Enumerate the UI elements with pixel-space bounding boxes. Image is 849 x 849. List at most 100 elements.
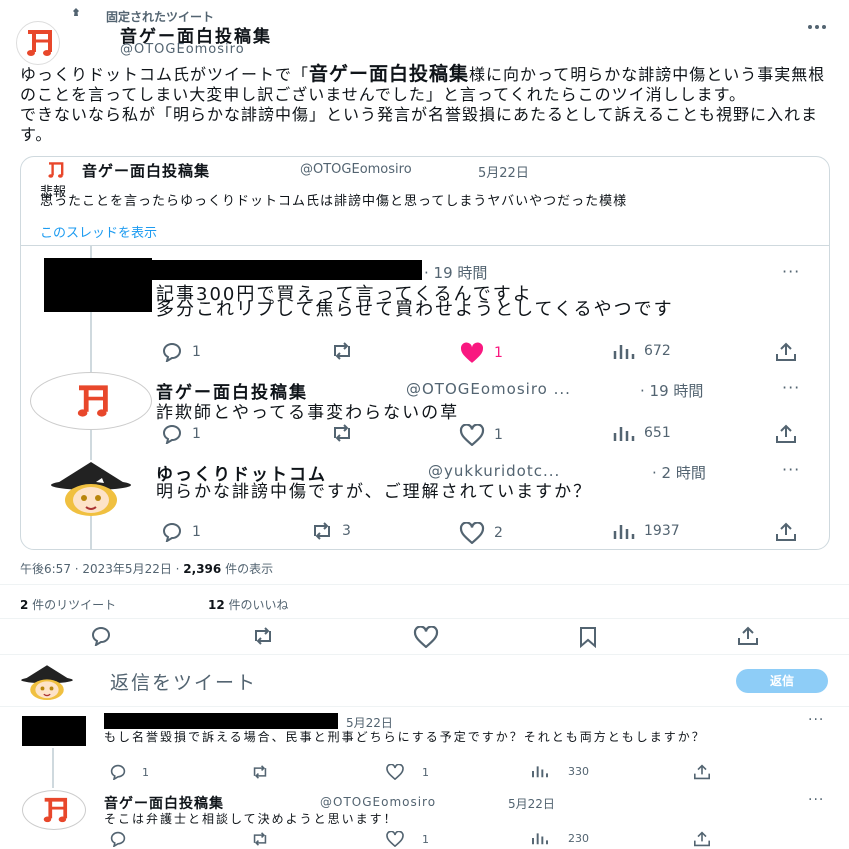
redacted-name: [152, 260, 422, 280]
timestamp-text: 午後6:57 · 2023年5月22日 ·: [20, 562, 184, 576]
analytics-icon: [532, 766, 548, 778]
reply1-reply-count: 1: [192, 344, 201, 360]
main-share-icon[interactable]: [736, 626, 760, 646]
views-count: 2,396: [183, 562, 222, 576]
tweet-body: ゆっくりドットコム氏がツイートで「音ゲー面白投稿集様に向かって明らかな誹謗中傷と…: [20, 64, 830, 145]
stats-divider-2: [0, 618, 849, 619]
reply-composer-input[interactable]: 返信をツイート: [110, 668, 257, 695]
retweets-stat[interactable]: 2 件のリツイート: [20, 596, 116, 613]
reply2-share-icon[interactable]: [774, 424, 798, 444]
reply-a-redacted-avatar: [22, 716, 86, 746]
reply-b-avatar[interactable]: [22, 790, 86, 830]
reply3-reply-button[interactable]: 1: [160, 522, 201, 542]
reply1-reply-button[interactable]: 1: [160, 342, 201, 362]
retweet-icon: [314, 522, 330, 540]
tweet-text-emphasis: 音ゲー面白投稿集: [309, 63, 470, 85]
main-retweet-icon[interactable]: [250, 627, 276, 645]
reply-a-reply-count: 1: [142, 765, 149, 779]
main-bookmark-icon[interactable]: [578, 626, 598, 648]
retweet-icon: [334, 342, 350, 360]
reply2-like-count: 1: [494, 427, 503, 443]
reply-icon: [162, 523, 181, 542]
reply3-avatar: [44, 460, 138, 516]
quote-author-handle: @OTOGEomosiro: [300, 162, 412, 177]
reply-b-more-icon[interactable]: ···: [808, 792, 824, 808]
analytics-icon: [613, 427, 635, 441]
analytics-icon: [613, 345, 635, 359]
reply-a-retweet-icon[interactable]: [250, 765, 270, 779]
reply1-like-count: 1: [494, 345, 503, 361]
more-options-icon[interactable]: [808, 24, 826, 30]
analytics-icon: [532, 833, 548, 845]
reply2-more-icon[interactable]: ···: [782, 378, 800, 397]
yukkuri-marisa-icon: [21, 665, 73, 701]
likes-count: 12: [208, 598, 225, 612]
heart-filled-icon: [460, 342, 484, 363]
reply-a-reply-button[interactable]: 1: [108, 764, 149, 780]
likes-stat[interactable]: 12 件のいいね: [208, 596, 289, 613]
reply-b-like-button[interactable]: 1: [384, 831, 429, 847]
redacted-avatar: [44, 258, 152, 312]
main-reply-icon[interactable]: [88, 626, 114, 646]
reply-b-date: 5月22日: [508, 797, 555, 811]
reply2-views-count: 651: [644, 425, 671, 441]
reply3-handle: @yukkuridotc...: [428, 462, 561, 480]
reply-a-redacted-name: [104, 713, 338, 729]
reply-a-date: 5月22日: [346, 716, 393, 730]
main-like-icon[interactable]: [412, 626, 440, 648]
reply3-more-icon[interactable]: ···: [782, 460, 800, 479]
reply2-text: 詐欺師とやってる事変わらないの草: [156, 403, 460, 423]
reply2-like-button[interactable]: 1: [458, 424, 503, 446]
heart-icon: [386, 831, 404, 847]
tweet-text-pre: ゆっくりドットコム氏がツイートで「: [20, 65, 310, 84]
heart-icon: [459, 424, 485, 446]
reply-b-retweet-icon[interactable]: [250, 832, 270, 846]
reply1-views-button[interactable]: 672: [612, 342, 671, 360]
pin-icon: [70, 8, 82, 20]
reply-a-like-button[interactable]: 1: [384, 764, 429, 780]
tweet-timestamp: 午後6:57 · 2023年5月22日 · 2,396 件の表示: [20, 560, 273, 577]
action-divider: [0, 654, 849, 655]
retweet-icon: [334, 424, 350, 442]
reply3-share-icon[interactable]: [774, 522, 798, 542]
reply1-more-icon[interactable]: ···: [782, 262, 800, 281]
quote-avatar: [42, 160, 68, 180]
reply1-retweet-button[interactable]: [330, 342, 362, 360]
reply2-retweet-button[interactable]: [330, 424, 362, 442]
reply-a-more-icon[interactable]: ···: [808, 712, 824, 728]
reply-b-like-count: 1: [422, 832, 429, 846]
reply3-like-button[interactable]: 2: [458, 522, 503, 544]
reply3-retweet-button[interactable]: 3: [310, 522, 351, 540]
author-avatar[interactable]: [16, 21, 60, 65]
reply1-share-icon[interactable]: [774, 342, 798, 362]
reply-b-views-count: 230: [568, 831, 589, 845]
reply-b-share-icon[interactable]: [692, 831, 712, 847]
reply-a-share-icon[interactable]: [692, 764, 712, 780]
reply-submit-button[interactable]: 返信: [736, 669, 828, 693]
quote-author-name: 音ゲー面白投稿集: [82, 162, 211, 180]
reply1-like-button[interactable]: 1: [458, 342, 503, 364]
reply3-like-count: 2: [494, 525, 503, 541]
reply-b-reply-icon[interactable]: [108, 831, 128, 847]
reply-a-like-count: 1: [422, 765, 429, 779]
reply-icon: [162, 425, 181, 444]
quote-date: 5月22日: [478, 166, 529, 181]
reply2-time: · 19 時間: [640, 382, 704, 400]
reply-a-views-button[interactable]: 330: [530, 764, 589, 778]
reply-icon: [110, 764, 126, 780]
yukkuri-marisa-icon: [51, 462, 131, 516]
author-handle[interactable]: @OTOGEomosiro: [120, 42, 245, 57]
composer-divider: [0, 706, 849, 707]
reply1-text-2: 多分これリプして焦らせて買わせようとしてくるやつです: [156, 299, 674, 320]
reply2-reply-button[interactable]: 1: [160, 424, 201, 444]
show-thread-link[interactable]: このスレッドを表示: [40, 222, 157, 241]
analytics-icon: [613, 525, 635, 539]
reply3-views-button[interactable]: 1937: [612, 522, 680, 540]
reply1-views-count: 672: [644, 343, 671, 359]
reply-b-views-button[interactable]: 230: [530, 831, 589, 845]
likes-label: 件のいいね: [224, 598, 289, 612]
reply2-views-button[interactable]: 651: [612, 424, 671, 442]
reply-b-handle[interactable]: @OTOGEomosiro: [320, 795, 436, 809]
reply-b-text: そこは弁護士と相談して決めようと思います！: [104, 812, 398, 826]
reply-icon: [162, 343, 181, 362]
